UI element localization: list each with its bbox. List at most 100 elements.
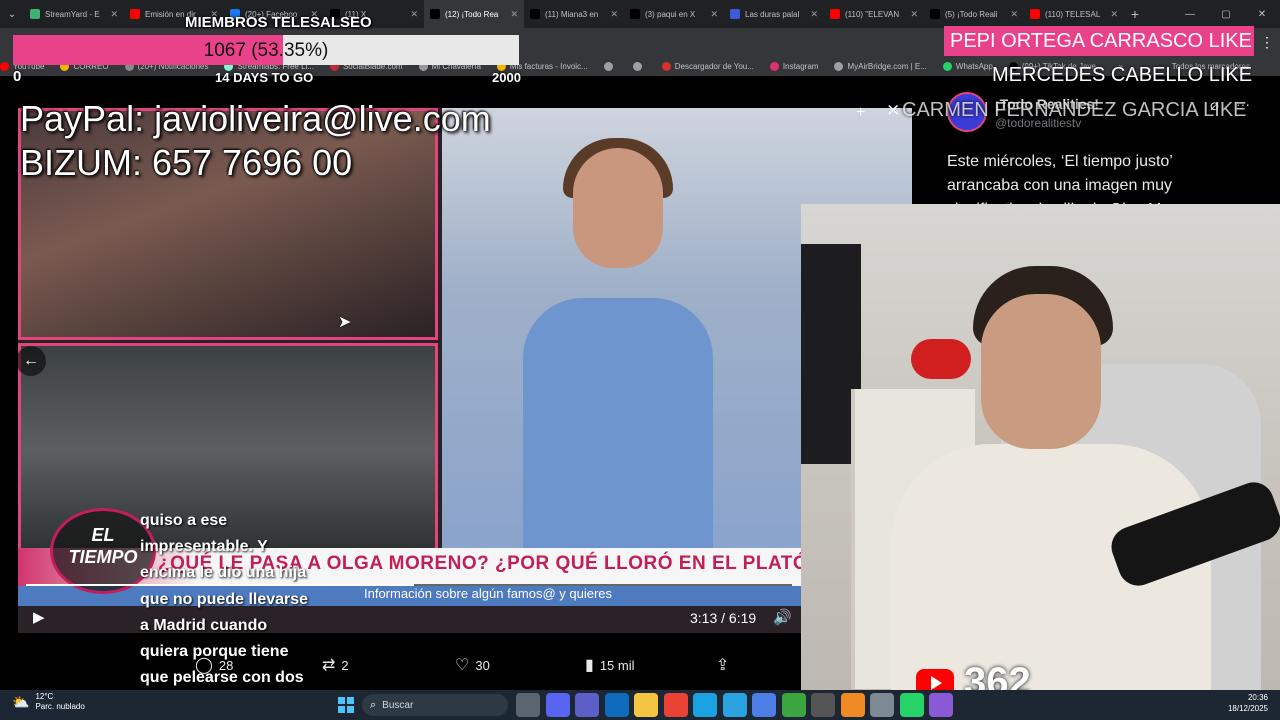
taskbar-clock[interactable]: 20:36 18/12/2025 <box>1220 692 1268 714</box>
minimize-button[interactable]: — <box>1172 9 1208 20</box>
tab-close-icon[interactable]: ✕ <box>910 9 918 20</box>
bookmark-item[interactable]: MyAirBridge.com | E... <box>834 61 927 71</box>
tab-favicon-icon <box>130 9 140 19</box>
browser-tab[interactable]: Las duras palal ✕ <box>724 0 824 28</box>
tab-label: (12) ¡Todo Rea <box>445 9 499 19</box>
tab-close-icon[interactable]: ✕ <box>1110 9 1118 20</box>
browser-tab[interactable]: (110) "ELEVAN ✕ <box>824 0 924 28</box>
ticker-subtext: Información sobre algún famos@ y quieres <box>364 586 613 601</box>
membership-min: 0 <box>13 68 22 85</box>
volume-icon[interactable]: 🔊 <box>773 608 792 626</box>
browser-tab[interactable]: (11) Miana3 en ✕ <box>524 0 624 28</box>
tab-favicon-icon <box>730 9 740 19</box>
tab-close-icon[interactable]: ✕ <box>510 9 518 20</box>
browser-tab[interactable]: StreamYard - E ✕ <box>24 0 124 28</box>
bookmark-item[interactable] <box>632 61 646 71</box>
bookmark-item[interactable]: Descargador de You... <box>661 61 754 71</box>
like-button[interactable]: ♡ 30 <box>455 655 490 675</box>
cam-streamer-face <box>981 294 1101 449</box>
bookmark-label: Descargador de You... <box>674 61 754 71</box>
bookmark-favicon-icon <box>632 61 642 71</box>
teams-icon[interactable] <box>575 693 599 717</box>
bookmark-favicon-icon <box>603 61 613 71</box>
presenter-shirt <box>523 298 713 558</box>
tab-close-icon[interactable]: ✕ <box>610 9 618 20</box>
tab-favicon-icon <box>1030 9 1040 19</box>
windows-start-icon[interactable] <box>338 697 354 713</box>
tab-label: StreamYard - E <box>45 9 100 19</box>
view-count: 15 mil <box>599 657 635 673</box>
like-alert-2: MERCEDES CABELLO LIKE <box>992 64 1253 86</box>
plus-icon[interactable]: + <box>856 104 865 122</box>
cloud-sun-icon: ⛅ <box>12 693 30 710</box>
new-tab-button[interactable]: + <box>1124 6 1146 22</box>
tab-label: Las duras palal <box>745 9 800 19</box>
clock-date: 18/12/2025 <box>1227 704 1268 713</box>
bookmark-favicon-icon <box>942 61 952 71</box>
tab-close-icon[interactable]: ✕ <box>1010 9 1018 20</box>
tab-label: (11) Miana3 en <box>545 9 599 19</box>
views-button[interactable]: ▮ 15 mil <box>585 655 635 675</box>
tab-favicon-icon <box>830 9 840 19</box>
taskbar-search[interactable]: ⌕ Buscar <box>362 694 508 716</box>
chrome-icon[interactable] <box>663 693 688 717</box>
browser-tab[interactable]: (12) ¡Todo Rea ✕ <box>424 0 524 28</box>
screen: ⌄ StreamYard - E ✕ Emisión en dir ✕ (20+) Fa… <box>0 0 1280 720</box>
caption-line: que pelearse con dos <box>140 669 304 687</box>
tab-favicon-icon <box>930 9 940 19</box>
camtasia-icon[interactable] <box>781 693 806 717</box>
tab-search-icon[interactable]: ⌄ <box>0 0 24 28</box>
outlook-icon[interactable] <box>604 693 629 717</box>
bookmark-favicon-icon <box>661 61 671 71</box>
clock-time: 20:36 <box>1247 693 1268 702</box>
show-logo-line2: TIEMPO <box>68 547 138 567</box>
telegram-icon[interactable] <box>722 693 747 717</box>
explorer-icon[interactable] <box>634 693 658 717</box>
kebab-menu-icon[interactable]: ⋮ <box>1260 34 1274 51</box>
caption-line: impresentable. Y <box>140 538 268 556</box>
tab-close-icon[interactable]: ✕ <box>110 9 118 20</box>
browser-tab[interactable]: (3) paqui en X ✕ <box>624 0 724 28</box>
bookmark-label: WhatsApp <box>955 61 993 71</box>
like-alert-3: CARMEN FERNANDEZ GARCIA LIKE <box>902 99 1247 121</box>
snip-icon[interactable] <box>929 693 953 717</box>
edge-icon[interactable] <box>693 693 717 717</box>
tab-close-icon[interactable]: ✕ <box>810 9 818 20</box>
whatsapp-icon[interactable] <box>899 693 924 717</box>
bookmark-favicon-icon <box>769 61 779 71</box>
bookmark-favicon-icon <box>0 61 9 71</box>
store-icon[interactable] <box>752 693 776 717</box>
browser-tab[interactable]: (5) ¡Todo Reali ✕ <box>924 0 1024 28</box>
weather-desc: Parc. nublado <box>35 702 85 711</box>
close-window-button[interactable]: ✕ <box>1244 9 1280 20</box>
play-icon[interactable]: ▶ <box>33 608 45 626</box>
streamdeck-icon[interactable] <box>811 693 835 717</box>
live-caption: quiso a ese impresentable. Y encima le dio… <box>140 508 350 718</box>
maximize-button[interactable]: ▢ <box>1208 9 1244 20</box>
tab-favicon-icon <box>30 9 40 19</box>
weather-temp: 12°C <box>35 692 54 701</box>
presenter-figure <box>523 138 713 558</box>
tab-favicon-icon <box>430 9 440 19</box>
settings-icon[interactable] <box>870 693 894 717</box>
task-view-icon[interactable] <box>516 693 540 717</box>
like-count: 30 <box>475 657 490 673</box>
bookmark-item[interactable]: WhatsApp <box>942 61 993 71</box>
window-controls: — ▢ ✕ <box>1172 0 1280 28</box>
bookmark-item[interactable] <box>603 61 617 71</box>
browser-tab[interactable]: (110) TELESAL ✕ <box>1024 0 1124 28</box>
vlc-icon[interactable] <box>840 693 865 717</box>
share-button[interactable]: ⇪ <box>716 655 735 675</box>
like-alert-1: PEPI ORTEGA CARRASCO LIKE <box>944 26 1254 56</box>
bookmark-item[interactable]: Instagram <box>769 61 818 71</box>
bar-chart-icon: ▮ <box>585 657 594 674</box>
weather-widget[interactable]: ⛅ 12°C Parc. nublado <box>12 692 85 712</box>
discord-icon[interactable] <box>545 693 570 717</box>
cam-red-bull-figure <box>911 339 971 379</box>
tab-close-icon[interactable]: ✕ <box>710 9 718 20</box>
back-arrow-icon[interactable]: ← <box>16 346 46 376</box>
membership-progress-bar: 1067 (53.35%) <box>13 35 519 65</box>
heart-icon: ♡ <box>455 657 470 674</box>
tab-close-icon[interactable]: ✕ <box>410 9 418 20</box>
tab-favicon-icon <box>630 9 640 19</box>
